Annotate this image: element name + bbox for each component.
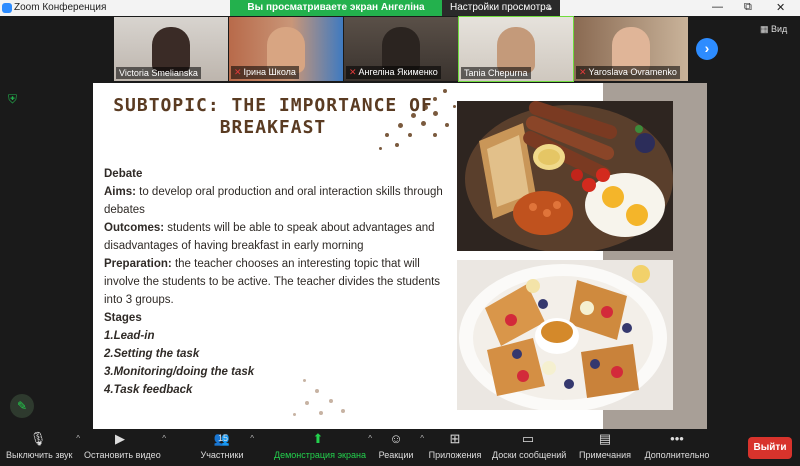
apps-icon: ⊞ xyxy=(449,431,461,446)
french-toast-photo-image xyxy=(457,260,673,410)
participants-count: 15 xyxy=(218,433,229,443)
participant-name-row: ✕ Ангеліна Якименко xyxy=(346,66,441,79)
slide-title: SUBTOPIC: THE IMPORTANCE OF BREAKFAST xyxy=(113,95,433,139)
slide-title-line1: SUBTOPIC: THE IMPORTANCE OF xyxy=(113,95,433,116)
grid-icon: ▦ xyxy=(760,24,769,34)
reactions-button[interactable]: ☺ Реакции ^ xyxy=(378,430,424,466)
view-button-label: Вид xyxy=(771,24,788,34)
apps-label: Приложения xyxy=(428,450,482,460)
minimize-button[interactable]: — xyxy=(712,1,723,13)
outcomes-label: Outcomes: xyxy=(104,222,165,234)
participant-tile[interactable]: ✕ Ірина Школа xyxy=(229,17,343,81)
view-settings-label: Настройки просмотра xyxy=(450,2,552,13)
meeting-toolbar: 🎙 Выключить звук ^ ▶ Остановить видео ^ … xyxy=(0,430,800,466)
participant-tile-active[interactable]: Tania Chepurna xyxy=(458,16,574,82)
participants-label: Участники xyxy=(200,450,244,460)
breakfast-photo-image xyxy=(457,101,673,251)
leave-meeting-button[interactable]: Выйти xyxy=(748,437,792,459)
participants-button[interactable]: 👥 15 Участники ^ xyxy=(200,430,255,466)
participant-name: Victoria Smelianska xyxy=(116,67,201,79)
mute-label: Выключить звук xyxy=(6,450,73,460)
stage-item: 3.Monitoring/doing the task xyxy=(104,366,255,378)
aims-text: to develop oral production and oral inte… xyxy=(104,186,443,216)
participant-name-row: ✕ Yaroslava Ovramenko xyxy=(576,66,680,79)
stop-video-label: Остановить видео xyxy=(84,450,161,460)
video-camera-icon: ▶ xyxy=(115,431,125,446)
shared-screen-slide: SUBTOPIC: THE IMPORTANCE OF BREAKFAST De… xyxy=(93,83,707,429)
share-screen-icon: ⬆ xyxy=(312,431,324,446)
microphone-icon: 🎙 xyxy=(29,431,47,446)
chevron-up-icon[interactable]: ^ xyxy=(162,434,166,443)
viewing-banner: Вы просматриваете экран Ангеліна Якименк… xyxy=(230,0,442,29)
whiteboards-button[interactable]: ▭ Доски сообщений xyxy=(492,430,567,466)
participant-name: Ірина Школа xyxy=(243,67,296,77)
aims-label: Aims: xyxy=(104,186,136,198)
chevron-up-icon[interactable]: ^ xyxy=(420,434,424,443)
participant-tile[interactable]: Victoria Smelianska xyxy=(114,17,228,81)
mic-off-icon: ✕ xyxy=(579,67,587,77)
reactions-label: Реакции xyxy=(378,450,414,460)
view-settings-button[interactable]: Настройки просмотра ⌄ xyxy=(442,0,560,16)
mic-off-icon: ✕ xyxy=(349,67,357,77)
more-dots-icon: ••• xyxy=(670,431,684,446)
stage-item: 4.Task feedback xyxy=(104,384,193,396)
security-shield-icon[interactable]: ⛨ xyxy=(8,92,20,106)
share-screen-label: Демонстрация экрана xyxy=(274,450,366,460)
chevron-up-icon[interactable]: ^ xyxy=(368,434,372,443)
next-page-button[interactable]: › xyxy=(696,38,718,60)
slide-title-line2: BREAKFAST xyxy=(219,117,327,138)
whiteboard-icon: ▭ xyxy=(521,431,535,446)
chevron-right-icon: › xyxy=(704,40,710,56)
stop-video-button[interactable]: ▶ Остановить видео ^ xyxy=(84,430,166,466)
participant-tile[interactable]: ✕ Yaroslava Ovramenko xyxy=(574,17,688,81)
stage-item: 2.Setting the task xyxy=(104,348,200,360)
mic-off-icon: ✕ xyxy=(234,67,242,77)
zoom-logo-icon xyxy=(2,3,12,13)
stages-label: Stages xyxy=(104,312,142,324)
mute-button[interactable]: 🎙 Выключить звук ^ xyxy=(6,430,80,466)
notes-label: Примечания xyxy=(579,450,631,460)
share-screen-button[interactable]: ⬆ Демонстрация экрана ^ xyxy=(274,430,372,466)
window-title: Zoom Конференция xyxy=(14,2,107,13)
more-label: Дополнительно xyxy=(644,450,710,460)
more-button[interactable]: ••• Дополнительно xyxy=(644,430,710,466)
chevron-down-icon: ⌄ xyxy=(545,2,554,13)
view-button[interactable]: ▦ Вид xyxy=(760,24,787,35)
preparation-label: Preparation: xyxy=(104,258,172,270)
participant-name-row: ✕ Ірина Школа xyxy=(231,66,299,79)
participant-name: Yaroslava Ovramenko xyxy=(588,67,677,77)
notes-icon: ▤ xyxy=(598,431,612,446)
participant-tile[interactable]: ✕ Ангеліна Якименко xyxy=(344,17,458,81)
notes-button[interactable]: ▤ Примечания xyxy=(578,430,632,466)
pencil-icon: ✎ xyxy=(16,399,28,413)
annotate-pencil-button[interactable]: ✎ xyxy=(10,394,34,418)
participant-name: Ангеліна Якименко xyxy=(358,67,438,77)
participant-name: Tania Chepurna xyxy=(461,67,531,79)
close-button[interactable]: ✕ xyxy=(776,1,785,14)
whiteboards-label: Доски сообщений xyxy=(492,450,567,460)
slide-heading: Debate xyxy=(104,168,143,180)
stage-item: 1.Lead-in xyxy=(104,330,155,342)
apps-button[interactable]: ⊞ Приложения xyxy=(428,430,482,466)
chevron-up-icon[interactable]: ^ xyxy=(76,434,80,443)
chevron-up-icon[interactable]: ^ xyxy=(250,434,254,443)
reaction-smiley-icon: ☺ xyxy=(389,431,403,446)
maximize-button[interactable]: ⧉ xyxy=(744,1,752,14)
slide-body: Debate Aims: to develop oral production … xyxy=(104,165,449,399)
